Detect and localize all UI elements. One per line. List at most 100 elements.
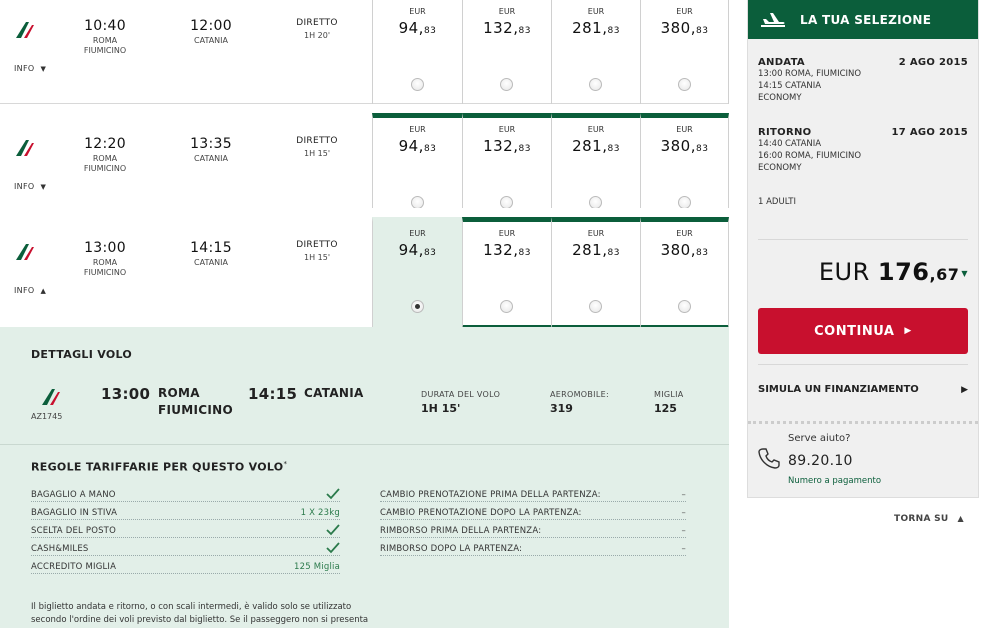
- fare-price: 132,83: [463, 19, 551, 37]
- financing-link[interactable]: SIMULA UN FINANZIAMENTO ▶: [758, 384, 968, 395]
- continue-label: CONTINUA: [814, 323, 895, 339]
- leg-time: 14:40: [758, 139, 783, 149]
- fare-option[interactable]: EUR 94,83: [372, 217, 462, 327]
- fare-price: 94,83: [373, 241, 462, 259]
- fare-option[interactable]: EUR 380,83: [640, 0, 729, 104]
- fare-price-dec: 83: [695, 248, 709, 258]
- info-label: INFO: [14, 182, 35, 191]
- fare-rule-label: BAGAGLIO A MANO: [31, 490, 116, 500]
- help-note: Numero a pagamento: [788, 476, 882, 486]
- fare-option[interactable]: EUR 94,83: [372, 0, 462, 104]
- fare-radio[interactable]: [677, 78, 691, 91]
- arrival-city: CATANIA: [194, 36, 228, 45]
- leg-city: CATANIA: [785, 81, 822, 91]
- fare-radio[interactable]: [410, 300, 424, 313]
- leg-line: 14:40 CATANIA: [758, 138, 968, 150]
- fare-currency: EUR: [676, 7, 693, 16]
- fare-currency: EUR: [587, 125, 605, 134]
- total-price: EUR 176,67 ▼: [819, 258, 968, 286]
- phone-icon: [758, 448, 780, 469]
- back-to-top-label: TORNA SU: [894, 514, 949, 524]
- flight-row[interactable]: INFO ▲ 13:00 ROMA FIUMICINO 14:15 CATANIA DIRET…: [0, 208, 729, 327]
- chevron-down-icon[interactable]: ▼: [961, 269, 968, 278]
- fare-option[interactable]: EUR 380,83: [640, 217, 729, 327]
- alitalia-logo-icon: [16, 140, 34, 156]
- departure-time: 12:20: [84, 136, 126, 152]
- fare-price-int: 281,: [572, 19, 608, 37]
- fare-option[interactable]: EUR 132,83: [462, 0, 551, 104]
- fare-option[interactable]: EUR 132,83: [462, 217, 551, 327]
- fare-currency: EUR: [409, 125, 426, 134]
- selection-sidebar: LA TUA SELEZIONE ANDATA 2 AGO 2015 13:00 ROM…: [747, 0, 979, 498]
- flight-type: DIRETTO: [296, 18, 338, 28]
- fare-rule-value: –: [681, 490, 686, 500]
- fare-option[interactable]: EUR 380,83: [640, 113, 729, 222]
- fare-rule-value: 1 X 23kg: [300, 508, 340, 518]
- departure-time: 13:00: [84, 240, 126, 256]
- fare-option[interactable]: EUR 281,83: [551, 0, 640, 104]
- aircraft-label: AEROMOBILE:: [550, 390, 609, 399]
- fare-price: 380,83: [641, 19, 728, 37]
- flight-row[interactable]: INFO ▼ 10:40 ROMA FIUMICINO 12:00 CATANIA DIRET…: [0, 0, 729, 104]
- caret-up-icon: ▲: [957, 514, 964, 523]
- details-departure-time: 13:00: [101, 385, 151, 403]
- fare-rules-title-text: REGOLE TARIFFARIE PER QUESTO VOLO: [31, 460, 284, 474]
- duration-value: 1H 15': [421, 402, 461, 415]
- continue-button[interactable]: CONTINUA ▶: [758, 308, 968, 354]
- fare-radio[interactable]: [500, 300, 513, 313]
- fare-rule: ACCREDITO MIGLIA 125 Miglia: [31, 562, 340, 574]
- selection-header: LA TUA SELEZIONE: [748, 0, 978, 39]
- chevron-down-icon: ▼: [40, 183, 47, 191]
- fare-price-dec: 83: [423, 248, 437, 258]
- back-to-top-link[interactable]: TORNA SU ▲: [894, 514, 964, 524]
- help-phone-number[interactable]: 89.20.10: [788, 453, 853, 469]
- financing-label: SIMULA UN FINANZIAMENTO: [758, 384, 919, 395]
- fare-price-dec: 83: [423, 26, 437, 36]
- arrival-city: CATANIA: [194, 258, 228, 267]
- aircraft-value: 319: [550, 402, 573, 415]
- fare-rule-value: 125 Miglia: [294, 562, 340, 572]
- fare-rule-label: SCELTA DEL POSTO: [31, 526, 116, 536]
- fare-radio[interactable]: [410, 78, 424, 91]
- fare-rule-label: BAGAGLIO IN STIVA: [31, 508, 118, 518]
- fare-price: 132,83: [463, 241, 551, 259]
- fare-radio[interactable]: [500, 78, 513, 91]
- fare-currency: EUR: [498, 125, 516, 134]
- fare-radio[interactable]: [589, 300, 602, 313]
- miles-label: MIGLIA: [654, 390, 684, 399]
- fare-price-dec: 83: [607, 144, 620, 154]
- fare-radio[interactable]: [677, 300, 691, 313]
- fare-price-dec: 83: [607, 248, 620, 258]
- outbound-date: 2 AGO 2015: [898, 57, 968, 68]
- info-toggle[interactable]: INFO ▲: [14, 286, 46, 295]
- flight-row[interactable]: INFO ▼ 12:20 ROMA FIUMICINO 13:35 CATANIA DIRET…: [0, 104, 729, 222]
- fare-price: 380,83: [641, 241, 728, 259]
- alitalia-logo-icon: [42, 389, 60, 405]
- fare-currency: EUR: [498, 7, 516, 16]
- departure-airport: FIUMICINO: [83, 46, 127, 55]
- fare-rule: RIMBORSO PRIMA DELLA PARTENZA: –: [380, 526, 686, 538]
- fare-rules-title-mark: *: [283, 460, 288, 468]
- fare-option[interactable]: EUR 132,83: [462, 113, 551, 222]
- total-int: 176: [877, 258, 930, 286]
- arrival-time: 12:00: [190, 18, 232, 34]
- outbound-label: ANDATA: [758, 57, 805, 68]
- fare-rule-label: RIMBORSO PRIMA DELLA PARTENZA:: [380, 526, 542, 536]
- divider: [758, 239, 968, 240]
- outbound-leg: ANDATA 2 AGO 2015 13:00 ROMA, FIUMICINO 14:1…: [758, 57, 968, 104]
- total-currency: EUR: [818, 258, 870, 286]
- flight-list: INFO ▼ 10:40 ROMA FIUMICINO 12:00 CATANIA DIRET…: [0, 0, 729, 327]
- departure-airport: FIUMICINO: [83, 164, 127, 173]
- flight-details-panel: DETTAGLI VOLO AZ1745 13:00 ROMA FIUMICINO 14:…: [0, 327, 729, 628]
- fare-option[interactable]: EUR 281,83: [551, 217, 640, 327]
- arrival-time: 14:15: [190, 240, 232, 256]
- info-toggle[interactable]: INFO ▼: [14, 182, 46, 191]
- departure-time: 10:40: [84, 18, 126, 34]
- fare-price-int: 281,: [572, 241, 608, 259]
- info-toggle[interactable]: INFO ▼: [14, 64, 46, 73]
- fare-option[interactable]: EUR 94,83: [372, 113, 462, 222]
- fare-option[interactable]: EUR 281,83: [551, 113, 640, 222]
- fare-radio[interactable]: [589, 78, 602, 91]
- fare-rules-title: REGOLE TARIFFARIE PER QUESTO VOLO*: [31, 460, 287, 474]
- leg-city: CATANIA: [785, 139, 822, 149]
